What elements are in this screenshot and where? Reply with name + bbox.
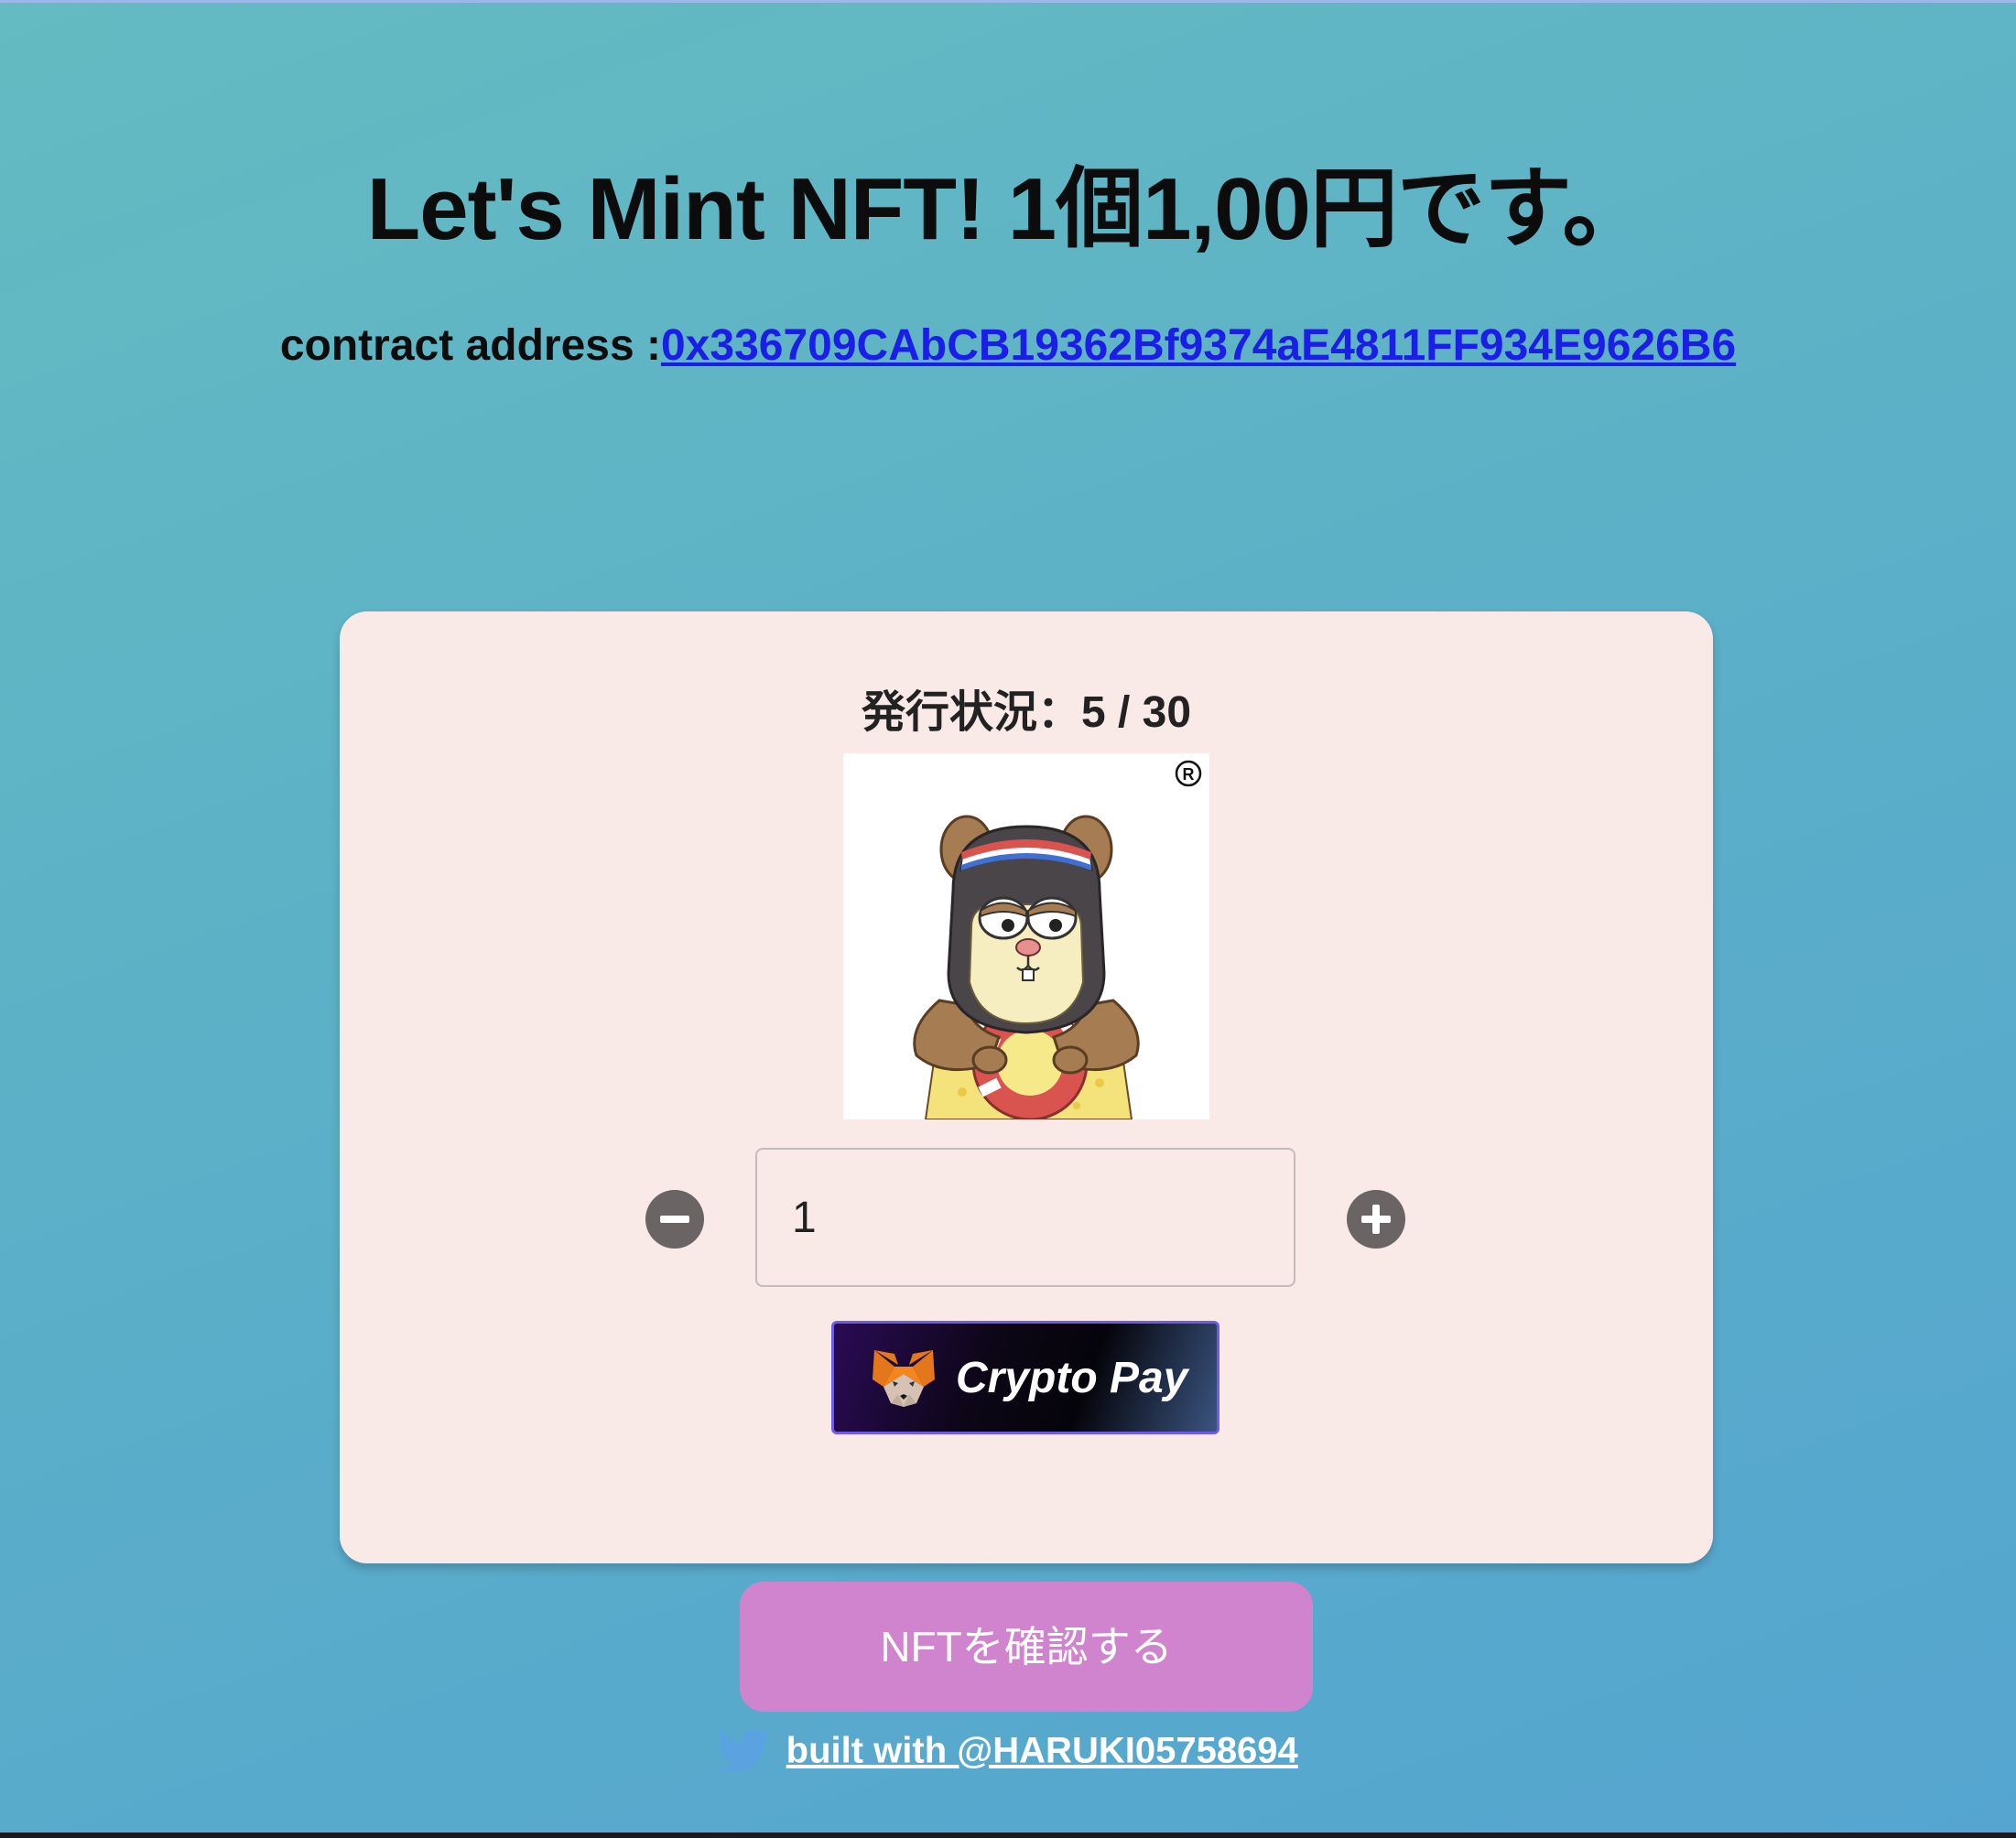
twitter-icon bbox=[718, 1729, 771, 1773]
svg-text:R: R bbox=[1183, 765, 1195, 784]
minus-glyph bbox=[660, 1216, 689, 1223]
plus-circle-icon[interactable] bbox=[1347, 1190, 1405, 1249]
mint-card: 発行状況：5 / 30 R 1 Crypto Pay bbox=[340, 611, 1713, 1563]
window-top-edge bbox=[0, 0, 2016, 3]
plus-glyph-vertical bbox=[1372, 1205, 1380, 1234]
quantity-input[interactable] bbox=[755, 1148, 1295, 1287]
metamask-fox-icon bbox=[873, 1350, 935, 1407]
page-title: Let's Mint NFT! 1個1,00円です。 bbox=[366, 160, 1651, 258]
contract-address-link[interactable]: 0x336709CAbCB19362Bf9374aE4811FF934E9626… bbox=[661, 321, 1736, 370]
crypto-pay-button[interactable]: Crypto Pay bbox=[831, 1321, 1219, 1434]
minus-circle-icon[interactable] bbox=[645, 1190, 704, 1249]
footer-author-link[interactable]: built with @HARUKI05758694 bbox=[786, 1731, 1298, 1771]
contract-address-line: contract address :0x336709CAbCB19362Bf93… bbox=[0, 320, 2016, 371]
footer: built with @HARUKI05758694 bbox=[0, 1728, 2016, 1774]
contract-address-label: contract address : bbox=[279, 321, 661, 370]
mint-status: 発行状況：5 / 30 bbox=[861, 688, 1192, 737]
nft-preview-image: R bbox=[843, 753, 1209, 1119]
crypto-pay-label: Crypto Pay bbox=[956, 1354, 1188, 1402]
hamster-nft-image: R bbox=[843, 753, 1209, 1119]
check-nft-button[interactable]: NFTを確認する bbox=[740, 1582, 1313, 1712]
window-bottom-edge bbox=[0, 1833, 2016, 1838]
